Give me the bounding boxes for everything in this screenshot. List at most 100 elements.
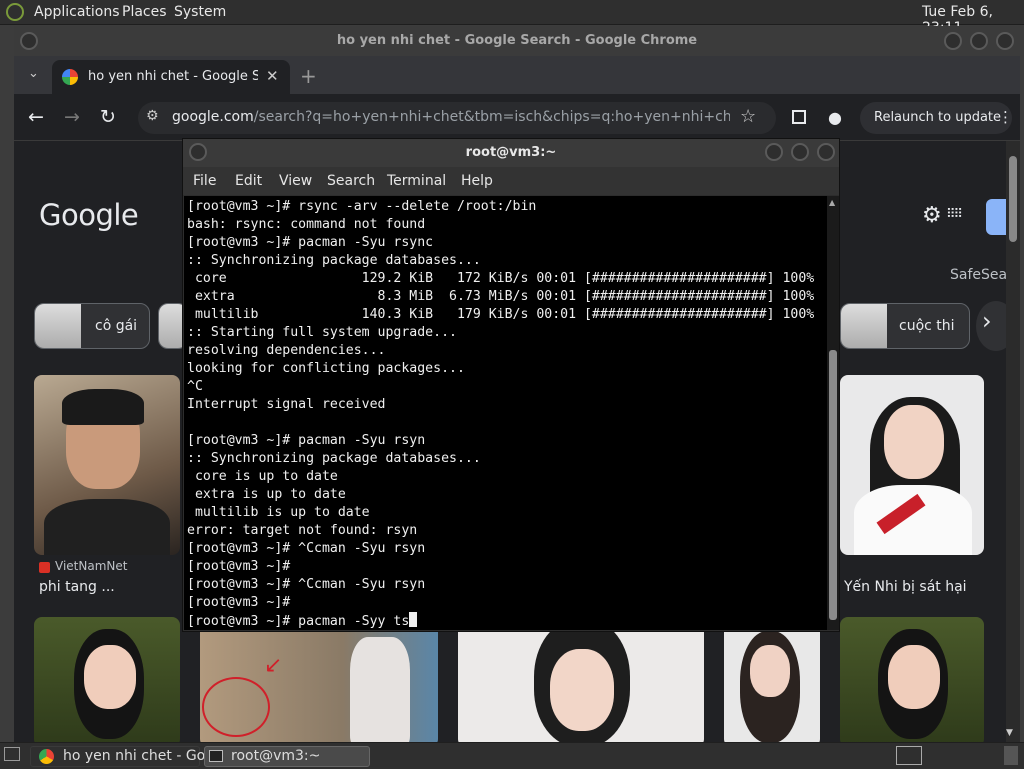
terminal-line: extra is up to date [187,487,346,502]
chrome-title-bar[interactable]: ho yen nhi chet - Google Search - Google… [14,26,1020,56]
scroll-down-arrow-icon[interactable]: ▼ [1006,728,1013,738]
applications-menu[interactable]: Applications [34,4,120,20]
chrome-icon [39,749,54,764]
site-info-icon[interactable]: ⚙ [146,108,159,124]
terminal-maximize-icon[interactable] [791,143,809,161]
terminal-text: [root@vm3 ~]# rsync -arv --delete /root:… [187,198,814,631]
terminal-window: root@vm3:~ File Edit View Search Termina… [182,138,840,632]
workspace-switcher[interactable] [896,746,922,765]
url-text: google.com/search?q=ho+yen+nhi+chet&tbm=… [172,109,730,125]
chrome-window-title: ho yen nhi chet - Google Search - Google… [336,33,698,48]
terminal-title-bar[interactable]: root@vm3:~ [183,139,839,167]
terminal-line: :: Synchronizing package databases... [187,451,481,466]
bottom-taskbar: ho yen nhi chet - Go... root@vm3:~ [0,742,1024,769]
image-result-man[interactable] [34,375,180,555]
tab-close-icon[interactable]: ✕ [266,67,279,85]
face-shape [750,645,790,697]
chevron-right-icon[interactable]: › [982,307,992,335]
terminal-line: [root@vm3 ~]# pacman -Syu rsync [187,235,434,250]
terminal-close-icon[interactable] [817,143,835,161]
terminal-line: multilib 140.3 KiB 179 KiB/s 00:01 [####… [187,307,815,322]
terminal-window-menu-icon[interactable] [189,143,207,161]
image-result-woman-3[interactable] [724,617,820,742]
menu-file[interactable]: File [193,173,216,189]
chip-label: cô gái [95,318,138,334]
image-result-girl-1[interactable] [34,617,180,742]
back-icon[interactable]: ← [28,106,44,128]
safesearch-label[interactable]: SafeSear [950,267,1006,283]
top-panel: Applications Places System Tue Feb 6, 23… [0,0,1024,36]
taskbar-terminal[interactable]: root@vm3:~ [204,746,370,767]
bookmark-star-icon[interactable]: ☆ [740,106,756,127]
chip-thumbnail [841,304,887,348]
terminal-line: [root@vm3 ~]# [187,595,291,610]
relaunch-button[interactable]: Relaunch to update ⋮ [860,102,1013,134]
taskbar-chrome-label: ho yen nhi chet - Go... [63,748,219,764]
side-panel-icon[interactable] [792,110,806,124]
tab-search-icon[interactable]: ⌄ [28,66,39,81]
terminal-scroll-thumb[interactable] [829,350,837,620]
more-options-icon[interactable]: ⋮ [998,108,1013,126]
face-front [884,405,944,479]
terminal-line: ^C [187,379,203,394]
menu-terminal[interactable]: Terminal [387,173,446,189]
result-caption[interactable]: phi tang ... [39,579,115,595]
shirt-shape [44,499,170,555]
system-menu[interactable]: System [174,4,226,20]
settings-gear-icon[interactable]: ⚙ [922,203,942,228]
result-caption[interactable]: Yến Nhi bị sát hại [844,579,967,595]
image-result-woman-sash[interactable] [840,375,984,555]
menu-help[interactable]: Help [461,173,493,189]
terminal-minimize-icon[interactable] [765,143,783,161]
apps-grid-icon[interactable]: ⠿⠿ [946,207,963,222]
terminal-line: bash: rsync: command not found [187,217,426,232]
terminal-line: core 129.2 KiB 172 KiB/s 00:01 [########… [187,271,815,286]
new-tab-icon[interactable]: + [300,64,317,88]
face-shape [84,645,136,709]
google-logo[interactable]: Google [39,198,139,232]
menu-edit[interactable]: Edit [235,173,262,189]
omnibox[interactable]: ⚙ google.com/search?q=ho+yen+nhi+chet&tb… [138,102,776,134]
terminal-scrollbar[interactable]: ▲ [827,196,839,630]
sign-in-button[interactable] [986,199,1006,235]
terminal-line: [root@vm3 ~]# ^Ccman -Syu rsyn [187,577,426,592]
reload-icon[interactable]: ↻ [100,106,116,128]
distro-logo-icon[interactable] [6,3,24,21]
terminal-line: resolving dependencies... [187,343,386,358]
maximize-icon[interactable] [970,32,988,50]
menu-view[interactable]: View [279,173,312,189]
image-result-woman-2[interactable] [458,617,704,742]
chip-label: cuộc thi [899,318,955,334]
terminal-line: extra 8.3 MiB 6.73 MiB/s 00:01 [########… [187,289,815,304]
image-result-river[interactable]: ↙ [200,617,438,742]
vietnamnet-favicon-icon [39,562,50,573]
terminal-scroll-up-icon[interactable]: ▲ [829,198,835,207]
taskbar-terminal-label: root@vm3:~ [231,748,321,764]
result-source[interactable]: VietNamNet [55,559,127,573]
terminal-line: [root@vm3 ~]# pacman -Syy ts [187,612,814,631]
taskbar-chrome[interactable]: ho yen nhi chet - Go... [30,746,218,767]
chip-thumbnail [35,304,81,348]
window-menu-icon[interactable] [20,32,38,50]
profile-icon[interactable]: ● [828,108,842,127]
forward-icon[interactable]: → [64,106,80,128]
terminal-line: [root@vm3 ~]# ^Ccman -Syu rsyn [187,541,426,556]
image-result-girl-2[interactable] [840,617,984,742]
show-desktop-icon[interactable] [4,747,20,761]
tab-google-search[interactable]: ho yen nhi chet - Google Sear ✕ [52,60,290,94]
places-menu[interactable]: Places [122,4,167,20]
face-shape [550,649,614,731]
chip-cuoc-thi[interactable]: cuộc thi [840,303,970,349]
terminal-cursor [409,612,418,627]
terminal-line: multilib is up to date [187,505,370,520]
terminal-line: looking for conflicting packages... [187,361,465,376]
trash-icon[interactable] [1004,746,1018,765]
minimize-icon[interactable] [944,32,962,50]
menu-search[interactable]: Search [327,173,375,189]
close-icon[interactable] [996,32,1014,50]
terminal-output[interactable]: [root@vm3 ~]# rsync -arv --delete /root:… [184,196,827,630]
person-shape [350,637,410,742]
page-scrollbar-thumb[interactable] [1009,156,1017,242]
chip-co-gai[interactable]: cô gái [34,303,150,349]
